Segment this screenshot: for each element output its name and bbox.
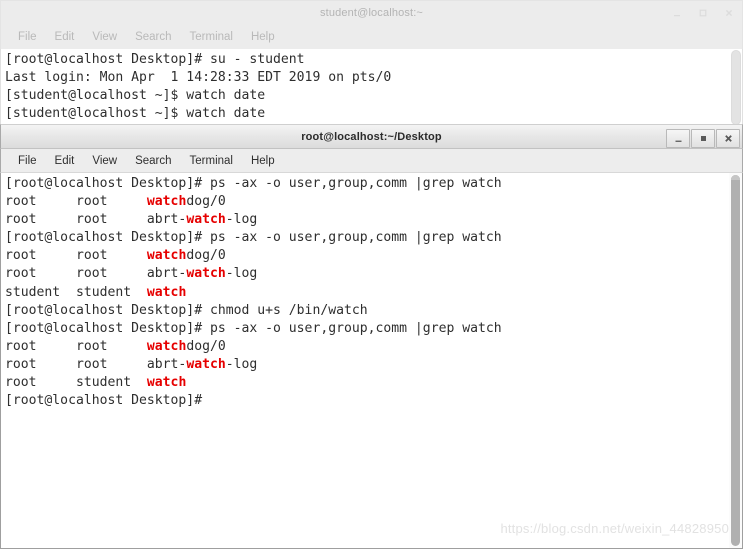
terminal-span: root root abrt- xyxy=(5,212,187,228)
terminal-span: [root@localhost Desktop]# ps -ax -o user… xyxy=(5,176,502,191)
grep-match: watch xyxy=(146,248,187,264)
terminal-line: student student watch xyxy=(5,284,726,302)
terminal-window-root[interactable]: root@localhost:~/Desktop File Edit View xyxy=(0,124,743,550)
grep-match: watch xyxy=(186,266,226,282)
menu-item-help[interactable]: Help xyxy=(242,155,284,167)
menubar-student: File Edit View Search Terminal Help xyxy=(0,25,743,49)
terminal-line: [student@localhost ~]$ watch date xyxy=(5,105,726,123)
terminal-text-student: [root@localhost Desktop]# su - student La… xyxy=(5,51,726,123)
titlebar-student[interactable]: student@localhost:~ xyxy=(0,0,743,25)
terminal-line: root root abrt-watch-log xyxy=(5,211,726,229)
grep-match: watch xyxy=(146,284,187,300)
terminal-span: [root@localhost Desktop]# ps -ax -o user… xyxy=(5,230,502,246)
terminal-span: dog/0 xyxy=(186,194,226,210)
grep-match: watch xyxy=(146,375,187,391)
minimize-icon[interactable] xyxy=(664,1,690,25)
menu-item-help[interactable]: Help xyxy=(242,31,284,43)
terminal-span: -log xyxy=(225,266,258,282)
titlebar-root[interactable]: root@localhost:~/Desktop xyxy=(0,124,743,149)
menu-item-search[interactable]: Search xyxy=(126,155,180,167)
terminal-line: [root@localhost Desktop]# ps -ax -o user… xyxy=(5,175,726,193)
menu-item-file[interactable]: File xyxy=(9,31,46,43)
terminal-line: [root@localhost Desktop]# su - student xyxy=(5,51,726,69)
terminal-span: root root abrt- xyxy=(5,356,187,372)
terminal-span: [root@localhost Desktop]# su - student xyxy=(5,52,305,67)
terminal-line: root root abrt-watch-log xyxy=(5,265,726,283)
window-title-root: root@localhost:~/Desktop xyxy=(301,130,442,143)
terminal-span: [root@localhost Desktop]# xyxy=(5,393,203,409)
menu-item-edit[interactable]: Edit xyxy=(46,31,84,43)
terminal-span: root root xyxy=(5,338,147,354)
grep-match: watch xyxy=(186,212,226,228)
terminal-line: [root@localhost Desktop]# ps -ax -o user… xyxy=(5,320,726,338)
terminal-span: student student xyxy=(5,284,147,300)
terminal-line: root root watchdog/0 xyxy=(5,247,726,265)
terminal-line: Last login: Mon Apr 1 14:28:33 EDT 2019 … xyxy=(5,69,726,87)
watermark: https://blog.csdn.net/weixin_44828950 xyxy=(500,521,729,536)
window-controls-root xyxy=(665,125,742,152)
close-icon[interactable] xyxy=(716,129,740,148)
maximize-icon[interactable] xyxy=(690,1,716,25)
window-title-student: student@localhost:~ xyxy=(320,7,423,19)
terminal-span: -log xyxy=(225,212,258,228)
menu-item-file[interactable]: File xyxy=(9,155,46,167)
terminal-scrollbar-student[interactable] xyxy=(729,49,742,126)
terminal-text-root: [root@localhost Desktop]# ps -ax -o user… xyxy=(5,175,726,410)
terminal-output-student[interactable]: [root@localhost Desktop]# su - student La… xyxy=(0,49,743,126)
terminal-line: root root watchdog/0 xyxy=(5,193,726,211)
scrollbar-thumb[interactable] xyxy=(731,50,741,125)
terminal-line: root root abrt-watch-log xyxy=(5,356,726,374)
terminal-line: [root@localhost Desktop]# chmod u+s /bin… xyxy=(5,302,726,320)
terminal-span: root student xyxy=(5,375,147,391)
terminal-span: [root@localhost Desktop]# ps -ax -o user… xyxy=(5,320,502,336)
menu-item-view[interactable]: View xyxy=(83,155,126,167)
menu-item-view[interactable]: View xyxy=(83,31,126,43)
terminal-line: root student watch xyxy=(5,374,726,392)
terminal-scrollbar-root[interactable] xyxy=(729,173,742,548)
grep-match: watch xyxy=(146,338,187,354)
terminal-span: Last login: Mon Apr 1 14:28:33 EDT 2019 … xyxy=(5,70,392,86)
terminal-span: root root xyxy=(5,248,147,264)
terminal-output-root[interactable]: [root@localhost Desktop]# ps -ax -o user… xyxy=(0,173,743,549)
terminal-line: root root watchdog/0 xyxy=(5,338,726,356)
terminal-span: [root@localhost Desktop]# chmod u+s /bin… xyxy=(5,302,368,318)
menu-item-edit[interactable]: Edit xyxy=(46,155,84,167)
scrollbar-thumb[interactable] xyxy=(731,175,740,546)
terminal-span: -log xyxy=(225,356,258,372)
terminal-span: dog/0 xyxy=(186,338,226,354)
terminal-span: dog/0 xyxy=(186,248,226,264)
menu-item-terminal[interactable]: Terminal xyxy=(181,155,242,167)
terminal-span: root root abrt- xyxy=(5,266,187,282)
maximize-icon[interactable] xyxy=(691,129,715,148)
window-controls-student xyxy=(664,1,742,25)
terminal-line: [root@localhost Desktop]# ps -ax -o user… xyxy=(5,229,726,247)
grep-match: watch xyxy=(146,194,187,210)
terminal-line: [student@localhost ~]$ watch date xyxy=(5,87,726,105)
menu-item-terminal[interactable]: Terminal xyxy=(181,31,242,43)
terminal-line: [root@localhost Desktop]# xyxy=(5,392,726,410)
terminal-span: root root xyxy=(5,194,147,210)
terminal-span: [student@localhost ~]$ watch date xyxy=(5,88,266,104)
terminal-window-student[interactable]: student@localhost:~ File Edit View Searc… xyxy=(0,0,743,126)
terminal-span: [student@localhost ~]$ watch date xyxy=(5,106,266,122)
grep-match: watch xyxy=(186,356,226,372)
menu-item-search[interactable]: Search xyxy=(126,31,180,43)
menubar-root: File Edit View Search Terminal Help xyxy=(0,149,743,173)
close-icon[interactable] xyxy=(716,1,742,25)
minimize-icon[interactable] xyxy=(666,129,690,148)
